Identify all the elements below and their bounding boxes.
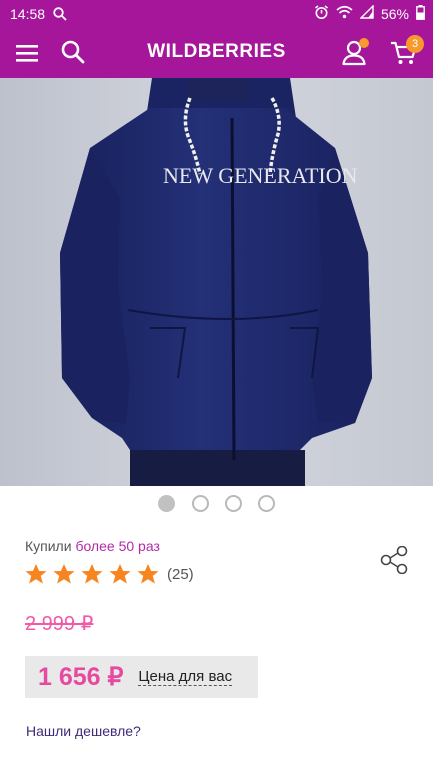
bought-info: Купили более 50 раз [25, 538, 160, 554]
status-bar: 14:58 56% [0, 0, 433, 27]
jacket-print: NEW GENERATION [163, 163, 358, 188]
price-box: 1 656 ₽ Цена для вас [25, 656, 258, 698]
search-icon [53, 6, 67, 21]
cart-badge: 3 [406, 35, 424, 53]
carousel-dot-1[interactable] [158, 495, 175, 512]
carousel-dot-3[interactable] [225, 495, 242, 512]
bought-value: более 50 раз [75, 538, 160, 554]
jacket-illustration: NEW GENERATION [0, 78, 433, 486]
rating[interactable]: (25) [24, 563, 194, 585]
carousel-dot-2[interactable] [192, 495, 209, 512]
star-icon [109, 564, 131, 584]
notification-dot [359, 38, 369, 48]
signal-icon [359, 4, 374, 22]
carousel-dot-4[interactable] [258, 495, 275, 512]
carousel-dots [0, 495, 433, 515]
status-time: 14:58 [10, 5, 46, 22]
review-count[interactable]: (25) [167, 566, 194, 583]
star-icon [25, 564, 47, 584]
price-label[interactable]: Цена для вас [138, 668, 233, 686]
old-price: 2 999 ₽ [25, 613, 94, 635]
battery-icon [416, 4, 425, 23]
found-cheaper-link[interactable]: Нашли дешевле? [26, 723, 141, 739]
app-bar: WILDBERRIES 3 [0, 27, 433, 78]
star-icon [137, 564, 159, 584]
star-icon [81, 564, 103, 584]
share-icon[interactable] [380, 545, 410, 575]
star-icon [53, 564, 75, 584]
bought-prefix: Купили [25, 538, 72, 554]
current-price: 1 656 ₽ [38, 663, 124, 691]
battery-percent: 56% [380, 5, 409, 22]
product-image[interactable]: NEW GENERATION [0, 78, 433, 486]
wifi-icon [336, 5, 353, 22]
alarm-icon [314, 4, 329, 23]
